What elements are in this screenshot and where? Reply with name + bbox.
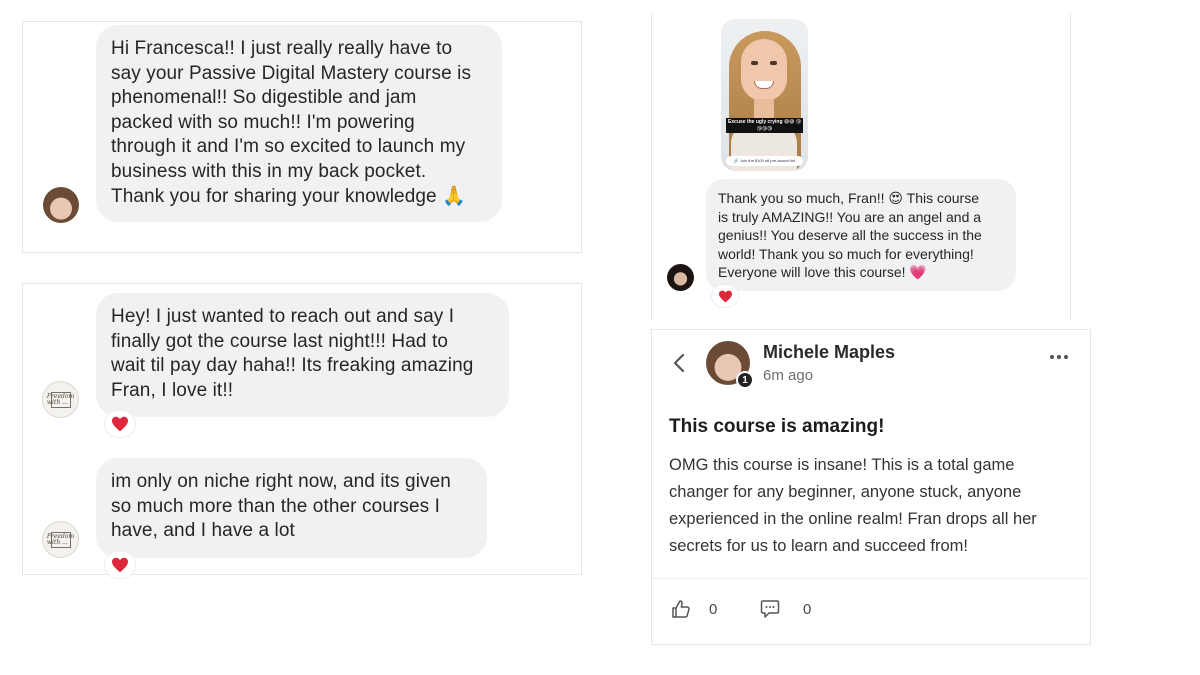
comment-count: 0: [803, 601, 812, 618]
more-icon[interactable]: [1049, 353, 1069, 361]
story-eye-right: [770, 61, 777, 65]
post-timestamp: 6m ago: [763, 367, 814, 384]
logo-text: Freedom with ...: [46, 392, 75, 406]
avatar-sender-2a[interactable]: Freedom with ...: [42, 381, 79, 418]
message-bubble-2: Hey! I just wanted to reach out and say …: [96, 293, 509, 417]
story-caption: Excuse the ugly crying 😅😅 😘😘😘😘: [726, 118, 803, 133]
heart-icon: [718, 290, 732, 302]
chevron-left-icon[interactable]: [672, 353, 686, 373]
heart-icon: [112, 557, 128, 573]
logo-text: Freedom with ...: [46, 532, 75, 546]
reaction-badge-2[interactable]: [105, 552, 135, 578]
heart-icon: [112, 416, 128, 432]
brand-logo: Freedom with ...: [47, 391, 74, 408]
story-eye-left: [751, 61, 758, 65]
brand-logo: Freedom with ...: [47, 531, 74, 548]
reaction-badge-1[interactable]: [105, 411, 135, 437]
avatar-sender-1[interactable]: [43, 187, 79, 223]
post-body: OMG this course is insane! This is a tot…: [669, 456, 1037, 555]
reaction-badge-3[interactable]: [712, 285, 738, 307]
message-bubble-3: im only on niche right now, and its give…: [96, 458, 487, 558]
comment-icon[interactable]: [760, 599, 780, 619]
like-count: 0: [709, 601, 718, 618]
story-face: [741, 39, 787, 101]
avatar-sender-2b[interactable]: Freedom with ...: [42, 521, 79, 558]
author-name[interactable]: Michele Maples: [763, 342, 895, 363]
story-reply-image[interactable]: Excuse the ugly crying 😅😅 😘😘😘😘 🔗 Join th…: [721, 19, 808, 171]
story-link-pill[interactable]: 🔗 Join the $100 off pre-launch list: [726, 156, 803, 166]
message-bubble-1: Hi Francesca!! I just really really have…: [96, 25, 502, 222]
post-title: This course is amazing!: [669, 416, 885, 437]
message-bubble-4: Thank you so much, Fran!! 😍 This course …: [706, 179, 1016, 291]
thumbs-up-icon[interactable]: [671, 599, 691, 619]
avatar-sender-3[interactable]: [667, 264, 694, 291]
post-divider: [652, 578, 1090, 579]
rank-badge: 1: [736, 371, 754, 389]
